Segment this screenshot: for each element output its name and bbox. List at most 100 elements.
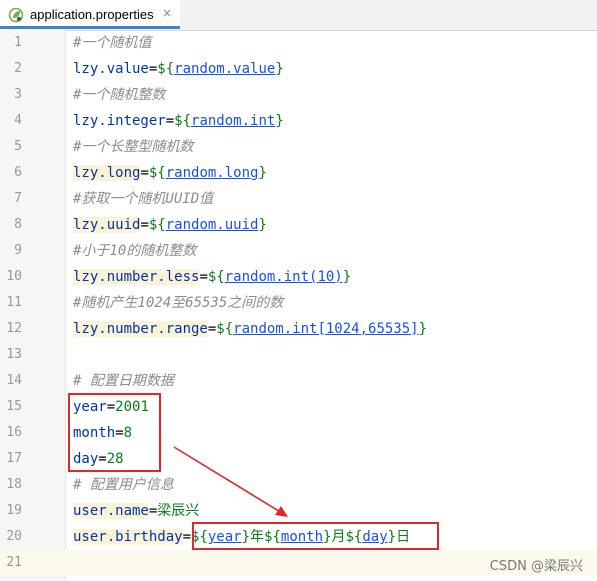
line-number: 7 <box>14 191 22 206</box>
line-number: 18 <box>6 477 22 492</box>
code-token: #小于10的随机整数 <box>73 243 197 259</box>
code-token: ${ <box>148 217 166 233</box>
code-line[interactable]: 2 lzy.value=${random.value} <box>0 56 597 82</box>
code-token: random.int(10) <box>224 269 343 285</box>
code-token: user.birthday <box>73 529 183 545</box>
line-number: 16 <box>6 425 22 440</box>
line-number: 20 <box>6 529 22 544</box>
line-number: 6 <box>14 165 22 180</box>
code-line[interactable]: 4 lzy.integer=${random.int} <box>0 108 597 134</box>
code-token: #获取一个随机UUID值 <box>73 191 214 207</box>
code-text: #一个随机值 <box>73 30 151 56</box>
line-number: 17 <box>6 451 22 466</box>
annotation-box-year-month-day <box>68 393 161 472</box>
watermark: CSDN @梁辰兴 <box>489 559 583 574</box>
tab-application-properties[interactable]: application.properties × <box>0 0 180 29</box>
line-number: 12 <box>6 321 22 336</box>
code-token: } <box>275 61 284 77</box>
code-text: #小于10的随机整数 <box>73 238 196 264</box>
code-text: # 配置用户信息 <box>73 472 174 498</box>
code-token: #一个随机值 <box>73 35 152 51</box>
annotation-box-birthday-expression <box>192 522 439 550</box>
close-icon[interactable]: × <box>162 6 172 20</box>
code-line[interactable]: 14 # 配置日期数据 <box>0 368 597 394</box>
code-token: lzy.number.range <box>73 321 208 337</box>
code-text: #随机产生1024至65535之间的数 <box>73 290 283 316</box>
code-line[interactable]: 12 lzy.number.range=${random.int[1024,655… <box>0 316 597 342</box>
code-line[interactable]: 11 #随机产生1024至65535之间的数 <box>0 290 597 316</box>
line-number: 2 <box>14 61 22 76</box>
code-text: #一个长整型随机数 <box>73 134 193 160</box>
code-token: #随机产生1024至65535之间的数 <box>73 295 284 311</box>
line-number: 3 <box>14 87 22 102</box>
code-text: user.name=梁辰兴 <box>73 498 199 524</box>
code-token: random.value <box>174 61 276 77</box>
code-token: random.uuid <box>165 217 259 233</box>
line-number: 13 <box>6 347 22 362</box>
code-token: lzy.value <box>73 61 149 77</box>
code-token: random.int[1024,65535] <box>233 321 419 337</box>
code-token: lzy.integer <box>73 113 166 129</box>
code-token: lzy.long <box>73 165 141 181</box>
code-token: # 配置用户信息 <box>73 477 174 493</box>
code-text: #一个随机整数 <box>73 82 165 108</box>
line-number: 10 <box>6 269 22 284</box>
code-text: lzy.number.less=${random.int(10)} <box>73 264 351 290</box>
code-text: lzy.long=${random.long} <box>73 160 267 186</box>
code-token: = <box>165 113 175 129</box>
code-token: lzy.uuid <box>73 217 141 233</box>
code-text: lzy.number.range=${random.int[1024,65535… <box>73 316 427 342</box>
code-token: # 配置日期数据 <box>73 373 174 389</box>
code-line[interactable]: 9 #小于10的随机整数 <box>0 238 597 264</box>
code-token: = <box>199 269 208 285</box>
code-text: lzy.value=${random.value} <box>73 56 284 82</box>
code-token: = <box>182 529 192 545</box>
code-token: ${ <box>216 321 234 337</box>
code-text: lzy.integer=${random.int} <box>73 108 284 134</box>
code-token: #一个长整型随机数 <box>73 139 194 155</box>
code-token: ${ <box>207 269 225 285</box>
code-token: ${ <box>148 165 166 181</box>
code-token: = <box>140 165 149 181</box>
line-number: 15 <box>6 399 22 414</box>
code-line[interactable]: 6 lzy.long=${random.long} <box>0 160 597 186</box>
code-token: random.int <box>191 113 276 129</box>
code-token: ${ <box>157 61 175 77</box>
code-line[interactable]: 8 lzy.uuid=${random.uuid} <box>0 212 597 238</box>
editor-tab-bar: application.properties × <box>0 0 597 31</box>
code-token: user.name <box>73 503 149 519</box>
code-line[interactable]: 1 #一个随机值 <box>0 30 597 56</box>
line-number: 21 <box>6 555 22 570</box>
code-token: } <box>342 269 352 285</box>
spring-leaf-icon <box>8 7 24 23</box>
line-number: 1 <box>14 35 22 50</box>
code-token: 梁辰兴 <box>157 503 200 519</box>
code-token: } <box>258 217 267 233</box>
code-token: } <box>418 321 428 337</box>
code-line[interactable]: 3 #一个随机整数 <box>0 82 597 108</box>
code-token: ${ <box>174 113 192 129</box>
code-line[interactable]: 10 lzy.number.less=${random.int(10)} <box>0 264 597 290</box>
code-text: # 配置日期数据 <box>73 368 174 394</box>
line-number: 11 <box>6 295 22 310</box>
code-text: lzy.uuid=${random.uuid} <box>73 212 267 238</box>
line-number: 8 <box>14 217 22 232</box>
code-token: = <box>140 217 149 233</box>
line-number: 14 <box>6 373 22 388</box>
code-line[interactable]: 7 #获取一个随机UUID值 <box>0 186 597 212</box>
line-number: 19 <box>6 503 22 518</box>
code-token: lzy.number.less <box>73 269 200 285</box>
line-number: 4 <box>14 113 22 128</box>
tab-label: application.properties <box>30 7 154 22</box>
line-number: 9 <box>14 243 22 258</box>
code-line[interactable]: 13 <box>0 342 597 368</box>
code-token: } <box>258 165 267 181</box>
code-line[interactable]: 19 user.name=梁辰兴 <box>0 498 597 524</box>
code-token: random.long <box>165 165 259 181</box>
line-number: 5 <box>14 139 22 154</box>
code-line[interactable]: 18 # 配置用户信息 <box>0 472 597 498</box>
code-line[interactable]: 5 #一个长整型随机数 <box>0 134 597 160</box>
code-text: #获取一个随机UUID值 <box>73 186 213 212</box>
code-token: } <box>275 113 284 129</box>
code-token: #一个随机整数 <box>73 87 166 103</box>
